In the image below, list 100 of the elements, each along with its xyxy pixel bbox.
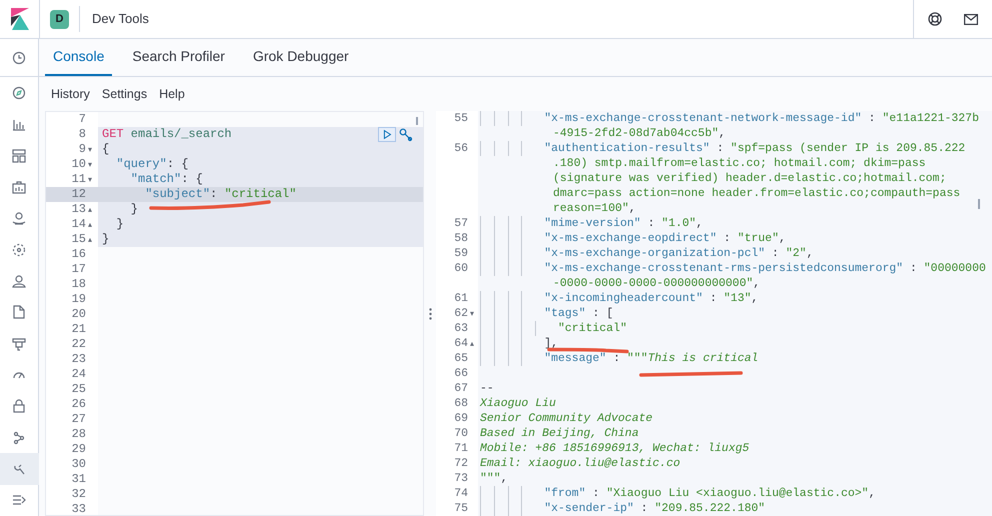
line-number: 12 xyxy=(72,187,86,202)
line-number: 24 xyxy=(72,367,86,382)
line-number: 19 xyxy=(72,292,86,307)
code-token: } xyxy=(130,202,138,216)
code-token: ], xyxy=(544,337,558,350)
tab[interactable]: Search Profiler xyxy=(124,39,233,76)
clock-icon xyxy=(12,50,26,65)
code-token: , xyxy=(500,472,508,485)
code-token: { xyxy=(102,142,110,156)
line-number: 63 xyxy=(454,321,468,336)
line-number: 29 xyxy=(72,442,86,457)
code-token: : xyxy=(908,262,918,275)
code-token: "query" xyxy=(115,157,167,171)
fold-toggle[interactable]: ▾ xyxy=(86,172,94,187)
dotted-circle-icon xyxy=(12,242,26,257)
code-token: , xyxy=(806,247,814,260)
code-token: -0000-0000-0000-000000000000" xyxy=(553,277,754,290)
resize-handle-icon[interactable] xyxy=(428,308,432,320)
line-number: 66 xyxy=(454,366,468,381)
code-token: dmarc=pass action=none header.from=elastic.co;compauth=pass xyxy=(553,187,960,200)
fold-toggle[interactable]: ▴ xyxy=(86,232,94,247)
code-token: "critical" xyxy=(558,322,627,335)
code-token: "209.85.222.180" xyxy=(654,502,766,515)
code-token: : [ xyxy=(592,307,614,320)
code-token: : xyxy=(592,487,600,500)
line-number: 14 xyxy=(72,217,86,232)
fold-toggle[interactable]: ▾ xyxy=(86,142,94,157)
line-number: 25 xyxy=(72,382,86,397)
fold-toggle[interactable]: ▾ xyxy=(86,157,94,172)
play-icon[interactable] xyxy=(378,127,396,142)
code-token: "from" xyxy=(544,487,586,500)
menu-link[interactable]: Help xyxy=(159,84,185,104)
tab[interactable]: Grok Debugger xyxy=(244,39,357,76)
line-number: 10 xyxy=(72,157,86,172)
mail-icon[interactable] xyxy=(964,14,978,24)
code-token: : xyxy=(722,232,732,245)
line-number: 33 xyxy=(72,502,86,515)
code-token: "critical" xyxy=(224,187,296,201)
line-number: 68 xyxy=(454,396,468,411)
code-token: Mobile: +86 18516996913, Wechat: liuxg5 xyxy=(480,442,750,455)
line-number: 11 xyxy=(72,172,86,187)
collapse-menu-icon xyxy=(12,493,26,508)
line-number: 69 xyxy=(454,411,468,426)
code-token: : xyxy=(640,502,649,515)
scrollbar-thumb[interactable] xyxy=(416,117,418,125)
line-number: 57 xyxy=(454,216,468,231)
code-token: "00000000 xyxy=(924,262,986,275)
help-lifebuoy-icon[interactable] xyxy=(928,12,942,26)
line-number: 13 xyxy=(72,202,86,217)
line-number: 17 xyxy=(72,262,86,277)
code-token: } xyxy=(115,217,124,231)
person-icon xyxy=(12,274,26,288)
code-token: "spf=pass (sender IP is 209.85.222 xyxy=(730,142,966,155)
code-token: """ xyxy=(480,472,501,485)
code-token: emails/_search xyxy=(130,127,232,141)
line-number: 28 xyxy=(72,427,86,442)
code-token: "true" xyxy=(737,232,779,245)
code-token: : xyxy=(210,187,218,201)
line-number: 67 xyxy=(454,381,468,396)
bar-chart-icon xyxy=(12,117,26,132)
line-number: 62 xyxy=(454,306,468,321)
line-number: 26 xyxy=(72,397,86,412)
nodes-icon xyxy=(12,430,26,445)
line-number: 22 xyxy=(72,337,86,352)
fold-toggle[interactable]: ▾ xyxy=(468,306,476,321)
code-token: "x-ms-exchange-organization-pcl" xyxy=(544,247,766,260)
code-token: "x-ms-exchange-crosstenant-rms-persistedconsumerorg" xyxy=(544,262,904,275)
line-number: 31 xyxy=(72,472,86,487)
space-avatar[interactable]: D xyxy=(50,10,69,28)
code-token: (signature was verified) header.d=elastic.co;hotmail.com; xyxy=(553,172,946,185)
code-token: Based in Beijing, China xyxy=(480,427,639,440)
code-token: "authentication-results" xyxy=(544,142,710,155)
code-token: : { xyxy=(181,172,203,186)
menu-link[interactable]: History xyxy=(51,84,90,104)
code-token: "2" xyxy=(786,247,806,260)
page-title: Dev Tools xyxy=(92,10,149,28)
code-token: , xyxy=(696,217,703,230)
line-number: 74 xyxy=(454,486,468,501)
code-token: , xyxy=(868,487,876,500)
code-token: .180) smtp.mailfrom=elastic.co; hotmail.com; dkim=pass xyxy=(553,157,926,170)
code-token: , xyxy=(751,292,758,305)
fold-toggle[interactable]: ▴ xyxy=(86,217,94,232)
code-token: "match" xyxy=(130,172,182,186)
fold-toggle[interactable]: ▴ xyxy=(86,202,94,217)
menu-link[interactable]: Settings xyxy=(102,84,148,104)
code-token: : xyxy=(716,142,725,155)
fold-toggle[interactable]: ▴ xyxy=(468,336,476,351)
funnel-icon xyxy=(12,336,26,351)
scrollbar-thumb[interactable] xyxy=(978,199,980,209)
tab[interactable]: Console xyxy=(45,39,112,76)
line-number: 71 xyxy=(454,441,468,456)
code-token: : xyxy=(612,352,622,365)
line-number: 20 xyxy=(72,307,86,322)
code-token: : xyxy=(868,112,876,125)
logo-icon[interactable] xyxy=(10,8,28,30)
line-number: 9 xyxy=(78,142,86,157)
code-token: , xyxy=(718,127,726,140)
line-number: 75 xyxy=(454,501,468,516)
line-number: 21 xyxy=(72,322,86,337)
code-token: GET xyxy=(102,127,124,141)
